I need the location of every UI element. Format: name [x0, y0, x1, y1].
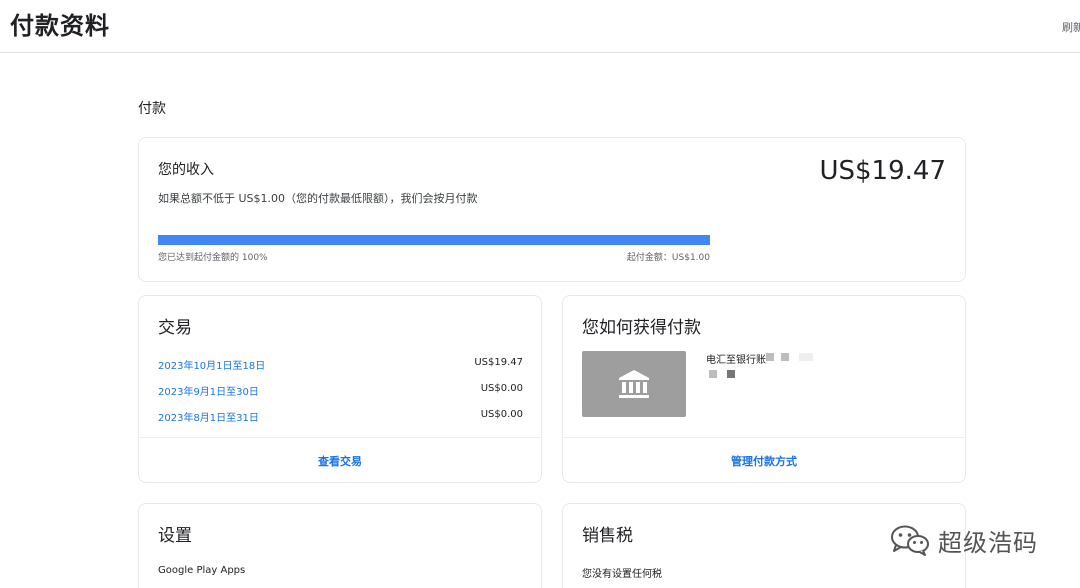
section-label-payments: 付款 [138, 101, 166, 117]
transaction-amount: US$0.00 [480, 409, 523, 420]
refresh-button[interactable]: 刷新 [1062, 19, 1080, 35]
card-divider [139, 437, 541, 438]
redacted-block [727, 370, 735, 378]
transaction-row: 2023年9月1日至30日 US$0.00 [158, 383, 523, 399]
transaction-row: 2023年8月1日至31日 US$0.00 [158, 409, 523, 425]
redacted-block [781, 353, 789, 361]
card-divider [563, 437, 965, 438]
watermark: 超级浩码 [890, 522, 1038, 558]
page-title: 付款资料 [10, 12, 110, 40]
earnings-description: 如果总额不低于 US$1.00（您的付款最低限额），我们会按月付款 [158, 192, 478, 205]
manage-payment-methods-button[interactable]: 管理付款方式 [563, 453, 965, 469]
wechat-icon [891, 525, 929, 556]
settings-heading: 设置 [158, 526, 192, 546]
earnings-card: 您的收入 US$19.47 如果总额不低于 US$1.00（您的付款最低限额），… [138, 137, 966, 282]
settings-item-google-play-apps: Google Play Apps [158, 565, 246, 576]
progress-status-label: 您已达到起付金额的 100% [158, 253, 268, 263]
transactions-heading: 交易 [158, 318, 192, 338]
transactions-card: 交易 2023年10月1日至18日 US$19.47 2023年9月1日至30日… [138, 295, 542, 483]
view-transactions-button[interactable]: 查看交易 [139, 453, 541, 469]
redacted-block [799, 353, 813, 361]
bank-thumbnail [582, 351, 686, 417]
threshold-progress-fill [158, 235, 710, 245]
sales-tax-heading: 销售税 [582, 526, 633, 546]
threshold-progress-bar [158, 235, 710, 245]
settings-card: 设置 Google Play Apps [138, 503, 542, 588]
earnings-amount: US$19.47 [819, 156, 946, 186]
transaction-period-link[interactable]: 2023年10月1日至18日 [158, 357, 265, 372]
earnings-title: 您的收入 [158, 162, 214, 178]
bank-icon [619, 370, 649, 398]
transaction-row: 2023年10月1日至18日 US$19.47 [158, 357, 523, 373]
payment-method-label: 电汇至银行账 [706, 355, 766, 366]
redacted-block [766, 353, 774, 361]
redacted-block [709, 370, 717, 378]
transaction-amount: US$19.47 [474, 357, 523, 368]
page-header: 付款资料 刷新 [0, 0, 1080, 53]
sales-tax-status: 您没有设置任何税 [582, 569, 662, 580]
transaction-period-link[interactable]: 2023年9月1日至30日 [158, 383, 259, 398]
payment-threshold-label: 起付金额：US$1.00 [626, 253, 710, 263]
transaction-amount: US$0.00 [480, 383, 523, 394]
payments-profile-page: 付款资料 刷新 付款 您的收入 US$19.47 如果总额不低于 US$1.00… [0, 0, 1080, 588]
watermark-text: 超级浩码 [938, 528, 1038, 557]
transaction-period-link[interactable]: 2023年8月1日至31日 [158, 409, 259, 424]
payment-method-heading: 您如何获得付款 [582, 318, 701, 338]
payment-method-card: 您如何获得付款 电汇至银行账 管理付款方式 [562, 295, 966, 483]
